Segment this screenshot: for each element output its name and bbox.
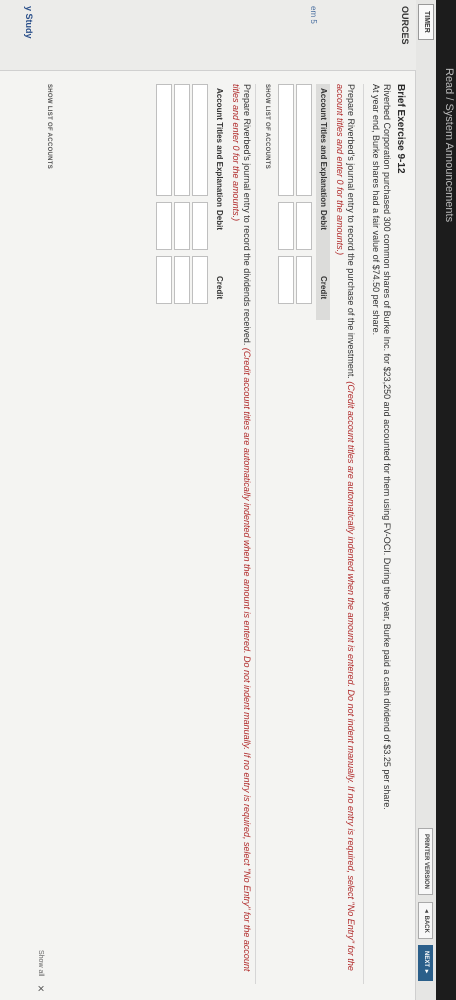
- part1-prompt-text: Prepare Riverbed's journal entry to reco…: [346, 84, 356, 379]
- part1-credit-input-2[interactable]: [278, 256, 294, 304]
- sidebar-resources: OURCES: [400, 6, 410, 45]
- question-content: Brief Exercise 9-12 Riverbed Corporation…: [0, 76, 416, 990]
- exercise-title: Brief Exercise 9-12: [395, 84, 406, 174]
- part2-account-input-3[interactable]: [156, 84, 172, 196]
- col-account: Account Titles and Explanation: [215, 88, 224, 207]
- part1-credit-input-1[interactable]: [296, 256, 312, 304]
- part2-prompt: Prepare Riverbed's journal entry to reco…: [230, 84, 252, 974]
- divider: [255, 84, 256, 984]
- announcements-link[interactable]: Read / System Announcements: [443, 68, 455, 222]
- close-icon[interactable]: ×: [34, 985, 48, 992]
- part1-account-input-1[interactable]: [296, 84, 312, 196]
- problem-text-1: Riverbed Corporation purchased 300 commo…: [382, 84, 392, 810]
- part2-prompt-text: Prepare Riverbed's journal entry to reco…: [242, 84, 252, 346]
- sidebar: OURCES em 5 y Study: [0, 0, 416, 71]
- problem-text-2: At year end, Burke shares had a fair val…: [371, 84, 381, 336]
- part2-debit-input-3[interactable]: [156, 202, 172, 250]
- col-debit: Debit: [215, 210, 224, 230]
- screen: Read / System Announcements TIMER PRINTE…: [0, 0, 456, 1000]
- part2-show-list-link[interactable]: SHOW LIST OF ACCOUNTS: [46, 84, 52, 169]
- sidebar-item[interactable]: em 5: [309, 6, 318, 24]
- next-button[interactable]: NEXT ►: [418, 945, 433, 981]
- part1-table-header: Account Titles and Explanation Debit Cre…: [316, 84, 330, 320]
- part2-credit-input-2[interactable]: [174, 256, 190, 304]
- part2-table-header: Account Titles and Explanation Debit Cre…: [212, 84, 226, 320]
- col-credit: Credit: [215, 276, 224, 300]
- divider: [363, 84, 364, 984]
- part2-account-input-1[interactable]: [192, 84, 208, 196]
- col-account: Account Titles and Explanation: [319, 88, 328, 207]
- top-bar: Read / System Announcements: [436, 0, 456, 1000]
- part1-prompt: Prepare Riverbed's journal entry to reco…: [334, 84, 356, 974]
- part1-account-input-2[interactable]: [278, 84, 294, 196]
- show-all-link[interactable]: Show all: [37, 950, 44, 976]
- part1-show-list-link[interactable]: SHOW LIST OF ACCOUNTS: [264, 84, 270, 169]
- part2-credit-input-1[interactable]: [192, 256, 208, 304]
- sidebar-study-link[interactable]: y Study: [24, 6, 34, 39]
- col-debit: Debit: [319, 210, 328, 230]
- part1-debit-input-2[interactable]: [278, 202, 294, 250]
- timer-tab[interactable]: TIMER: [418, 4, 434, 40]
- col-credit: Credit: [319, 276, 328, 300]
- back-button[interactable]: ◄ BACK: [418, 902, 433, 939]
- part2-debit-input-2[interactable]: [174, 202, 190, 250]
- printer-version-button[interactable]: PRINTER VERSION: [418, 828, 433, 896]
- part2-account-input-2[interactable]: [174, 84, 190, 196]
- part2-debit-input-1[interactable]: [192, 202, 208, 250]
- assignment-header: TIMER PRINTER VERSION ◄ BACK NEXT ►: [415, 0, 436, 1000]
- part2-credit-input-3[interactable]: [156, 256, 172, 304]
- part1-debit-input-1[interactable]: [296, 202, 312, 250]
